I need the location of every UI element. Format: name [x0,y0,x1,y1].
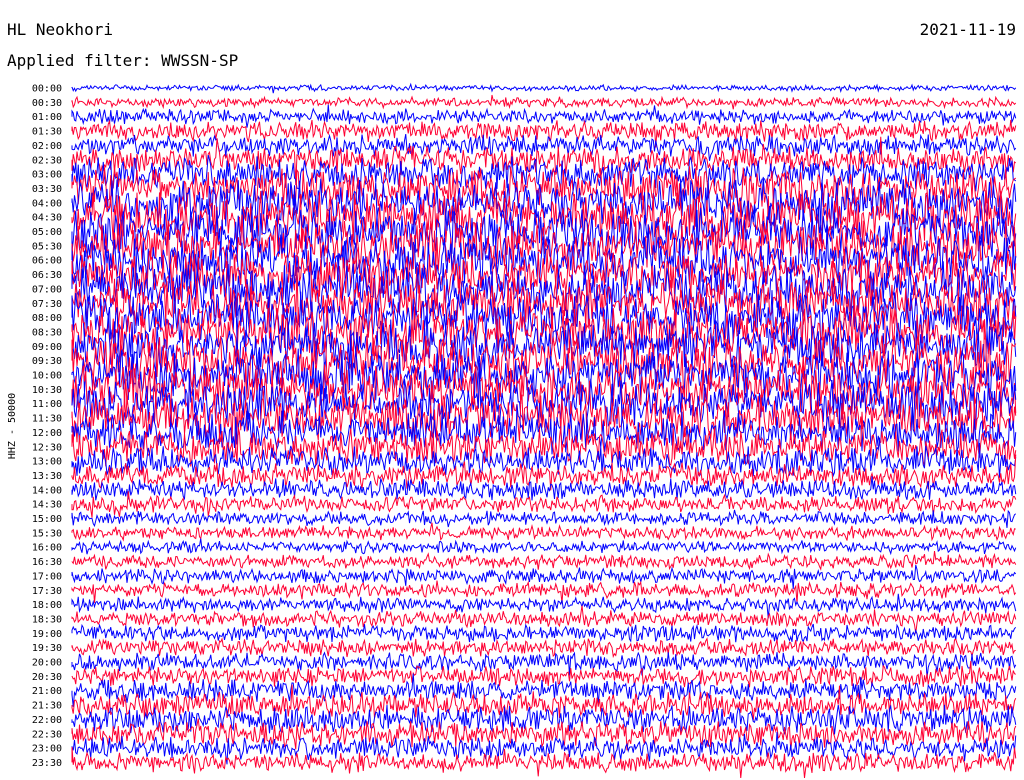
time-label: 06:00 [32,256,62,267]
time-label: 13:00 [32,457,62,468]
trace-group [71,82,1017,779]
time-label: 14:00 [32,485,62,496]
time-label: 10:30 [32,385,62,396]
trace-line [71,704,1017,736]
time-label: 07:00 [32,284,62,295]
trace-line [71,119,1017,148]
time-label: 22:00 [32,715,62,726]
time-label: 03:30 [32,184,62,195]
time-label: 09:30 [32,356,62,367]
time-label: 18:30 [32,614,62,625]
time-label: 04:30 [32,213,62,224]
time-label: 19:30 [32,643,62,654]
trace-line [71,94,1017,110]
time-label: 01:30 [32,127,62,138]
time-label: 17:00 [32,571,62,582]
time-label: 21:30 [32,701,62,712]
time-label: 23:30 [32,758,62,769]
time-label: 16:30 [32,557,62,568]
time-label: 20:00 [32,658,62,669]
time-label: 01:00 [32,112,62,123]
time-label: 05:00 [32,227,62,238]
time-label: 02:00 [32,141,62,152]
trace-line [71,564,1017,589]
time-label: 19:00 [32,629,62,640]
time-label: 13:30 [32,471,62,482]
time-label: 12:00 [32,428,62,439]
time-label: 03:00 [32,170,62,181]
time-label: 04:00 [32,198,62,209]
time-label: 15:00 [32,514,62,525]
trace-line [71,522,1016,542]
time-label: 08:00 [32,313,62,324]
trace-line [71,82,1017,94]
time-label: 14:30 [32,500,62,511]
time-label: 05:30 [32,241,62,252]
trace-line [71,476,1017,501]
time-label: 08:30 [32,327,62,338]
time-label: 17:30 [32,586,62,597]
time-label: 00:00 [32,84,62,95]
time-label: 23:00 [32,744,62,755]
trace-line [71,580,1017,604]
helicorder-plot: 00:00 00:30 01:00 01:30 02:00 02:30 03:00 03:30… [32,82,1017,779]
time-label-group: 00:00 00:30 01:00 01:30 02:00 02:30 03:00 03:30… [32,84,62,769]
time-label: 15:30 [32,528,62,539]
time-label: 12:30 [32,442,62,453]
time-label: 21:00 [32,686,62,697]
time-label: 07:30 [32,299,62,310]
trace-line [71,509,1017,528]
trace-line [71,538,1017,556]
time-label: 11:30 [32,414,62,425]
trace-line [71,491,1017,518]
time-label: 18:00 [32,600,62,611]
trace-line [71,551,1017,571]
trace-line [71,104,1017,128]
time-label: 09:00 [32,342,62,353]
trace-line [71,623,1017,643]
time-label: 16:00 [32,543,62,554]
time-label: 06:30 [32,270,62,281]
time-label: 22:30 [32,729,62,740]
time-label: 10:00 [32,371,62,382]
time-label: 00:30 [32,98,62,109]
trace-line [71,605,1017,634]
time-label: 11:00 [32,399,62,410]
time-label: 02:30 [32,155,62,166]
trace-line [71,637,1016,659]
time-label: 20:30 [32,672,62,683]
